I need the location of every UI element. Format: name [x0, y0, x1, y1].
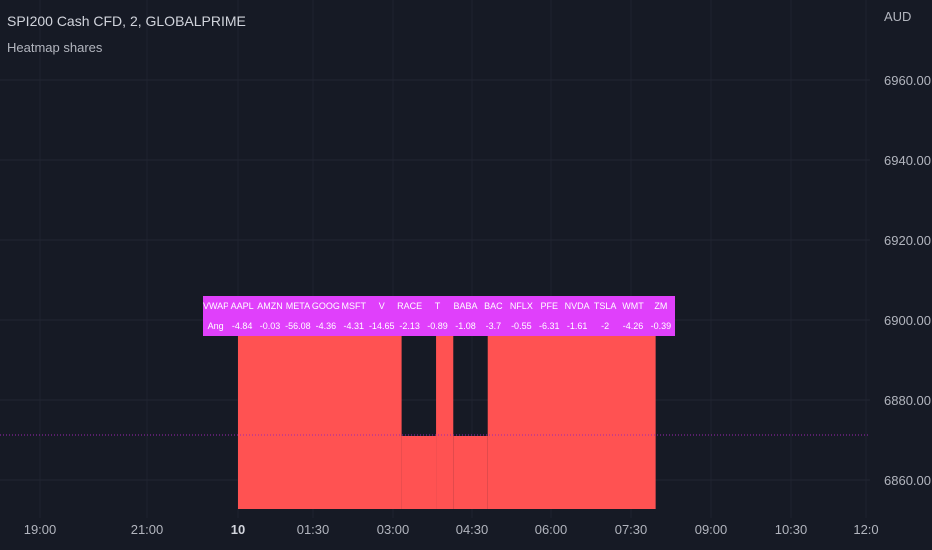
- x-tick-label: 09:00: [695, 522, 728, 537]
- x-tick-label: 07:30: [615, 522, 648, 537]
- ticker-row: VWAP AAPL AMZN META GOOG MSFT V RACE T BABA BAC NFL…: [203, 296, 675, 316]
- ticker-cell: MSFT: [341, 301, 367, 311]
- currency-label: AUD: [884, 9, 912, 24]
- y-tick-label: 6920.00: [884, 233, 931, 248]
- indicator-title[interactable]: Heatmap shares: [7, 40, 102, 55]
- fill-block-2: [436, 336, 454, 509]
- y-tick-label: 6960.00: [884, 73, 931, 88]
- value-cell: -0.03: [259, 321, 281, 331]
- value-cell: -0.89: [427, 321, 448, 331]
- ticker-cell: NFLX: [509, 301, 533, 311]
- x-tick-label: 01:30: [297, 522, 330, 537]
- value-cell: -4.84: [231, 321, 253, 331]
- ticker-cell: BABA: [453, 301, 478, 311]
- row-label-ang: Ang: [207, 321, 224, 331]
- value-cell: -6.31: [538, 321, 560, 331]
- value-cell: -1.08: [455, 321, 476, 331]
- y-tick-label: 6940.00: [884, 153, 931, 168]
- y-tick-label: 6860.00: [884, 473, 931, 488]
- value-cell: -0.55: [511, 321, 532, 331]
- value-cell: -56.08: [285, 321, 311, 331]
- ticker-cell: NVDA: [564, 301, 590, 311]
- value-cell: -1.61: [566, 321, 588, 331]
- x-tick-label: 04:30: [456, 522, 489, 537]
- ticker-cell: V: [378, 301, 385, 311]
- value-cell: -3.7: [485, 321, 502, 331]
- x-tick-label: 10: [231, 522, 245, 537]
- ticker-cell: AMZN: [257, 301, 283, 311]
- ticker-cell: RACE: [397, 301, 423, 311]
- ticker-cell: T: [434, 301, 441, 311]
- value-cell: -2.13: [399, 321, 420, 331]
- ticker-cell: BAC: [484, 301, 503, 311]
- ticker-cell: PFE: [540, 301, 558, 311]
- y-tick-label: 6900.00: [884, 313, 931, 328]
- x-tick-label: 19:00: [24, 522, 57, 537]
- ticker-cell: AAPL: [230, 301, 254, 311]
- symbol-title[interactable]: SPI200 Cash CFD, 2, GLOBALPRIME: [7, 13, 246, 29]
- chart-area[interactable]: 6860.00 6880.00 6900.00 6920.00 6940.00 6960.…: [0, 0, 932, 550]
- heatmap-table: VWAP AAPL AMZN META GOOG MSFT V RACE T BABA BAC NFL…: [203, 296, 675, 336]
- value-cell: -2: [601, 321, 610, 331]
- value-cell: -4.26: [622, 321, 644, 331]
- x-tick-label: 21:00: [131, 522, 164, 537]
- ticker-cell: GOOG: [311, 301, 340, 311]
- x-tick-label: 03:00: [377, 522, 410, 537]
- x-tick-label: 12:0: [853, 522, 878, 537]
- value-cell: -4.31: [343, 321, 365, 331]
- value-cell: -0.39: [650, 321, 672, 331]
- fill-block-1: [401, 436, 437, 509]
- ticker-cell: WMT: [622, 301, 644, 311]
- row-label-vwap: VWAP: [203, 301, 229, 311]
- ticker-cell: META: [285, 301, 311, 311]
- heatmap-fill-blocks: [238, 336, 656, 509]
- fill-block-3: [453, 436, 488, 509]
- ticker-cell: TSLA: [593, 301, 617, 311]
- value-row: Ang -4.84 -0.03 -56.08 -4.36 -4.31 -14.65 -2.13…: [203, 316, 675, 336]
- fill-block-0: [238, 336, 402, 509]
- y-tick-label: 6880.00: [884, 393, 931, 408]
- x-tick-label: 10:30: [775, 522, 808, 537]
- ticker-cell: ZM: [654, 301, 668, 311]
- value-cell: -14.65: [368, 321, 395, 331]
- x-tick-label: 06:00: [535, 522, 568, 537]
- fill-block-4: [487, 336, 656, 509]
- value-cell: -4.36: [315, 321, 337, 331]
